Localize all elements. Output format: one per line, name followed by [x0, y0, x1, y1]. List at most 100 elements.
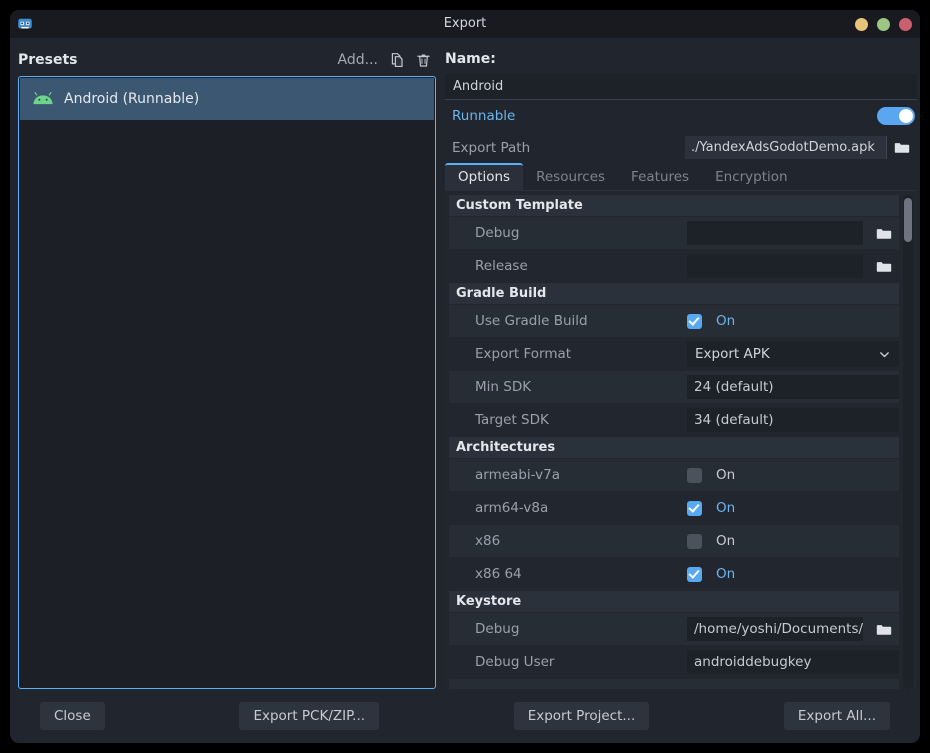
options-list: Custom Template Debug Release Gradle Build U…: [449, 195, 899, 689]
export-all-button[interactable]: Export All...: [783, 702, 890, 730]
checkbox-checked[interactable]: [687, 313, 702, 329]
property-label: Use Gradle Build: [475, 313, 588, 329]
property-row: Release: [449, 250, 899, 282]
dialog-footer: Close Export PCK/ZIP... Export Project..…: [10, 689, 920, 743]
property-value: [687, 221, 899, 245]
duplicate-icon[interactable]: [384, 48, 410, 72]
folder-icon[interactable]: [869, 255, 899, 278]
checkbox-unchecked[interactable]: [687, 533, 702, 549]
property-row: Debug/home/yoshi/Documents/: [449, 613, 899, 645]
minimize-button[interactable]: [855, 18, 868, 31]
options-tabs: Options Resources Features Encryption: [445, 163, 917, 191]
property-value: /home/yoshi/Documents/: [687, 617, 899, 641]
options-section-header: Keystore: [449, 591, 899, 612]
runnable-row: Runnable: [445, 100, 917, 132]
export-path-folder-icon[interactable]: [887, 136, 917, 159]
checkbox-checked[interactable]: [687, 500, 702, 516]
title-bar: Export: [10, 10, 920, 38]
property-label: Min SDK: [475, 379, 532, 395]
preset-name-input[interactable]: [445, 74, 917, 100]
trash-icon[interactable]: [410, 48, 436, 72]
name-label: Name:: [445, 51, 496, 67]
presets-panel: Presets Add... Android (Runnable): [18, 44, 436, 689]
tab-resources[interactable]: Resources: [523, 163, 618, 191]
path-input[interactable]: [687, 254, 863, 278]
text-value[interactable]: 34 (default): [687, 408, 899, 432]
options-scrollbar[interactable]: [903, 195, 913, 689]
text-value[interactable]: androiddebugkey: [687, 650, 899, 674]
android-robot-icon: [32, 91, 54, 107]
folder-icon[interactable]: [869, 618, 899, 641]
property-row: Use Gradle Build On: [449, 305, 899, 337]
export-path-label: Export Path: [452, 139, 531, 156]
property-row-partial: [449, 679, 899, 689]
checkbox-state-label: On: [716, 500, 736, 516]
select-field[interactable]: Export APK: [687, 341, 899, 367]
property-label: arm64-v8a: [475, 500, 549, 516]
dialog-body: Presets Add... Android (Runnable) Name: …: [10, 38, 920, 689]
close-button[interactable]: [899, 18, 912, 31]
toggle-knob: [899, 109, 913, 123]
presets-title: Presets: [18, 52, 78, 68]
property-value: On: [687, 313, 899, 329]
export-pck-zip-button[interactable]: Export PCK/ZIP...: [239, 702, 380, 730]
property-row: armeabi-v7a On: [449, 459, 899, 491]
text-value[interactable]: 24 (default): [687, 375, 899, 399]
tab-encryption[interactable]: Encryption: [702, 163, 800, 191]
preset-details-panel: Name: Runnable Export Path ./YandexAdsGo…: [445, 44, 919, 689]
options-section-header: Custom Template: [449, 195, 899, 216]
checkbox-state-label: On: [716, 566, 736, 582]
property-value: 24 (default): [687, 375, 899, 399]
options-section-header: Gradle Build: [449, 283, 899, 304]
property-label: Debug: [475, 621, 520, 637]
export-path-input[interactable]: ./YandexAdsGodotDemo.apk: [685, 136, 887, 159]
property-row: Export Format Export APK: [449, 338, 899, 370]
property-value: [687, 254, 899, 278]
runnable-toggle[interactable]: [877, 107, 915, 125]
presets-toolbar: Presets Add...: [18, 44, 436, 76]
property-row: x86 On: [449, 525, 899, 557]
property-row: Target SDK 34 (default): [449, 404, 899, 436]
checkbox-state-label: On: [716, 313, 736, 329]
preset-item-label: Android (Runnable): [64, 91, 200, 107]
maximize-button[interactable]: [877, 18, 890, 31]
select-value: Export APK: [695, 346, 770, 362]
window-title: Export: [443, 16, 487, 31]
options-panel: Custom Template Debug Release Gradle Build U…: [445, 191, 917, 689]
checkbox-unchecked[interactable]: [687, 467, 702, 483]
property-label: armeabi-v7a: [475, 467, 560, 483]
path-input[interactable]: /home/yoshi/Documents/: [687, 617, 863, 641]
property-value: On: [687, 533, 899, 549]
path-input[interactable]: [687, 221, 863, 245]
property-row: x86 64 On: [449, 558, 899, 590]
options-section-header: Architectures: [449, 437, 899, 458]
presets-list[interactable]: Android (Runnable): [18, 76, 436, 689]
property-row: Debug User androiddebugkey: [449, 646, 899, 678]
property-value: Export APK: [687, 341, 899, 367]
property-label: Debug: [475, 225, 520, 241]
preset-item-android[interactable]: Android (Runnable): [20, 78, 434, 120]
property-label: Debug User: [475, 654, 555, 670]
property-label: x86: [475, 533, 501, 549]
folder-icon[interactable]: [869, 222, 899, 245]
close-button-footer[interactable]: Close: [40, 702, 105, 730]
checkbox-checked[interactable]: [687, 566, 702, 582]
add-preset-button[interactable]: Add...: [332, 50, 384, 70]
export-project-button[interactable]: Export Project...: [513, 702, 650, 730]
tab-features[interactable]: Features: [618, 163, 702, 191]
property-row: arm64-v8a On: [449, 492, 899, 524]
property-label: Release: [475, 258, 528, 274]
checkbox-state-label: On: [716, 533, 736, 549]
property-value: On: [687, 566, 899, 582]
property-label: x86 64: [475, 566, 522, 582]
scrollbar-thumb[interactable]: [904, 198, 912, 242]
property-value: androiddebugkey: [687, 650, 899, 674]
property-row: Debug: [449, 217, 899, 249]
checkbox-state-label: On: [716, 467, 736, 483]
tab-options[interactable]: Options: [445, 163, 524, 191]
window-controls: [855, 18, 912, 31]
export-path-row: Export Path ./YandexAdsGodotDemo.apk: [445, 132, 917, 163]
property-value: On: [687, 500, 899, 516]
runnable-label: Runnable: [452, 108, 516, 124]
export-dialog-window: Export Presets Add... Android (Runnable)…: [10, 10, 920, 743]
